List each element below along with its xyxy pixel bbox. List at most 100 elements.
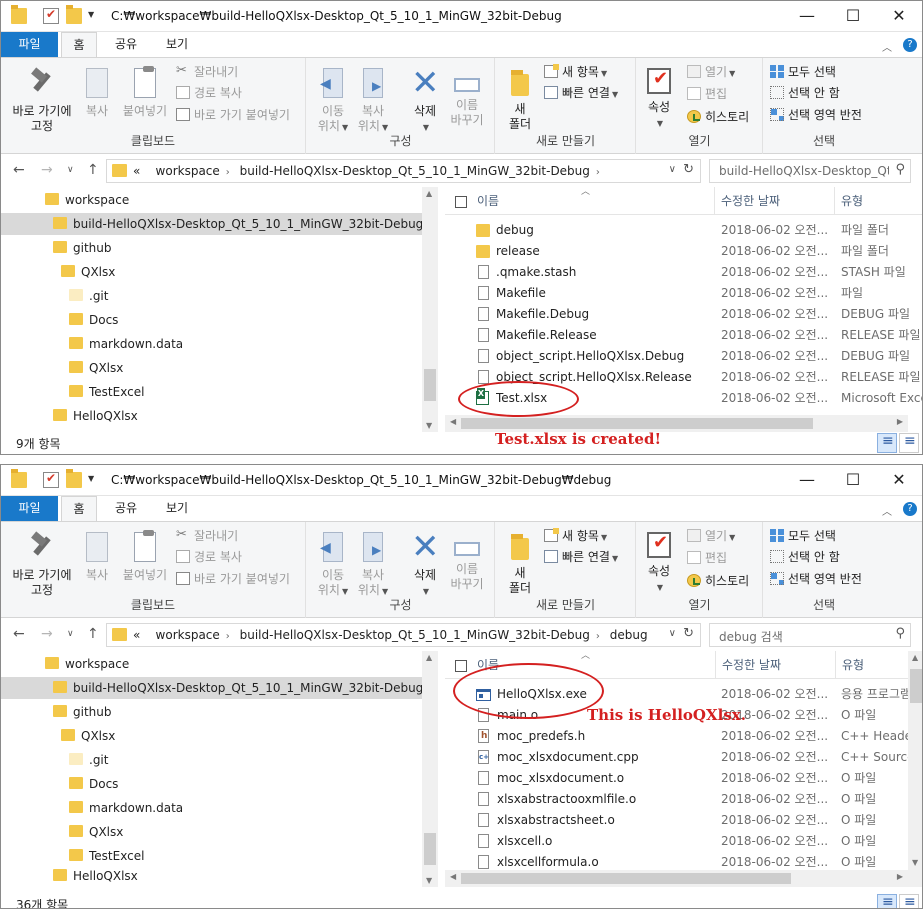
recent-chevron-icon[interactable]: ∨ — [67, 629, 74, 639]
scroll-down-icon[interactable]: ▼ — [912, 858, 918, 867]
chevron-down-icon[interactable]: ∨ — [669, 164, 676, 175]
edit-button[interactable]: 편집 — [687, 85, 727, 103]
select-all-button[interactable]: 모두 선택 — [770, 63, 836, 81]
tree-item[interactable]: QXlsx — [1, 261, 422, 283]
forward-arrow-icon[interactable]: → — [41, 162, 53, 178]
properties-button[interactable]: 속성▼ — [641, 532, 677, 595]
new-folder-quick-icon[interactable] — [66, 5, 82, 24]
scrollbar-thumb[interactable] — [461, 418, 813, 429]
file-row[interactable]: object_script.HelloQXlsx.Debug 2018-06-02… — [445, 346, 922, 367]
recent-chevron-icon[interactable]: ∨ — [67, 165, 74, 175]
properties-button[interactable]: 속성▼ — [641, 68, 677, 131]
maximize-button[interactable]: ☐ — [835, 5, 871, 27]
tree-scrollbar[interactable]: ▲ ▼ — [422, 187, 438, 432]
tree-item[interactable]: TestExcel — [1, 845, 422, 867]
search-icon[interactable]: ⚲ — [895, 162, 905, 177]
properties-quick-icon[interactable] — [43, 471, 59, 488]
tab-share[interactable]: 공유 — [106, 496, 146, 521]
tab-file[interactable]: 파일 — [1, 496, 58, 521]
tree-item[interactable]: build-HelloQXlsx-Desktop_Qt_5_10_1_MinGW… — [1, 213, 423, 235]
file-row[interactable]: xlsxabstractsheet.o 2018-06-02 오전... O 파일 — [445, 810, 908, 831]
cut-button[interactable]: 잘라내기 — [176, 526, 238, 545]
scroll-down-icon[interactable]: ▼ — [426, 421, 432, 430]
minimize-button[interactable]: — — [789, 5, 825, 27]
tree-item[interactable]: workspace — [1, 653, 422, 675]
tree-item[interactable]: .git — [1, 749, 422, 771]
file-row[interactable]: Makefile.Release 2018-06-02 오전... RELEASE … — [445, 325, 922, 346]
details-view-icon[interactable] — [877, 894, 897, 908]
chevron-down-icon[interactable]: ▼ — [88, 10, 98, 22]
column-name[interactable]: 이름 — [471, 187, 714, 215]
details-view-icon[interactable] — [877, 433, 897, 453]
invert-selection-button[interactable]: 선택 영역 반전 — [770, 570, 862, 588]
copy-button[interactable]: 복사 — [79, 532, 115, 583]
scrollbar-thumb[interactable] — [424, 369, 436, 401]
breadcrumb-overflow[interactable]: « — [133, 164, 140, 178]
breadcrumb-item[interactable]: workspace — [156, 164, 220, 178]
scroll-right-icon[interactable]: ▶ — [897, 417, 903, 426]
search-icon[interactable]: ⚲ — [895, 626, 905, 641]
breadcrumb-item[interactable]: build-HelloQXlsx-Desktop_Qt_5_10_1_MinGW… — [240, 628, 590, 642]
history-button[interactable]: 히스토리 — [687, 572, 749, 590]
copy-path-button[interactable]: 경로 복사 — [176, 548, 242, 566]
scrollbar-thumb[interactable] — [424, 833, 436, 865]
collapse-ribbon-icon[interactable]: ︿ — [882, 39, 892, 54]
refresh-icon[interactable]: ↻ — [683, 626, 694, 641]
tab-file[interactable]: 파일 — [1, 32, 58, 57]
rename-button[interactable]: 이름 바꾸기 — [447, 68, 487, 128]
select-none-button[interactable]: 선택 안 함 — [770, 548, 840, 566]
copy-button[interactable]: 복사 — [79, 68, 115, 119]
file-row[interactable]: .qmake.stash 2018-06-02 오전... STASH 파일 — [445, 262, 922, 283]
column-type[interactable]: 유형 — [835, 651, 908, 679]
help-icon[interactable]: ? — [903, 38, 917, 52]
collapse-ribbon-icon[interactable]: ︿ — [882, 503, 892, 518]
easy-access-button[interactable]: 빠른 연결 ▼ — [544, 84, 618, 102]
close-button[interactable]: ✕ — [881, 469, 917, 491]
tree-item[interactable]: markdown.data — [1, 797, 422, 819]
paste-button[interactable]: 붙여넣기 — [119, 66, 171, 119]
tab-home[interactable]: 홈 — [61, 496, 97, 522]
breadcrumb-item[interactable]: debug — [610, 628, 648, 642]
chevron-down-icon[interactable]: ∨ — [669, 628, 676, 639]
large-icons-view-icon[interactable] — [899, 433, 919, 453]
paste-button[interactable]: 붙여넣기 — [119, 530, 171, 583]
column-type[interactable]: 유형 — [834, 187, 922, 215]
file-row[interactable]: moc_xlsxdocument.o 2018-06-02 오전... O 파일 — [445, 768, 908, 789]
tree-item[interactable]: HelloQXlsx — [1, 405, 422, 427]
tree-item[interactable]: QXlsx — [1, 357, 422, 379]
scroll-up-icon[interactable]: ▲ — [426, 189, 432, 198]
scroll-down-icon[interactable]: ▼ — [426, 876, 432, 885]
tree-item[interactable]: .git — [1, 285, 422, 307]
rename-button[interactable]: 이름 바꾸기 — [447, 532, 487, 592]
scrollbar-thumb[interactable] — [910, 669, 922, 703]
copy-to-button[interactable]: 복사 위치▼ — [355, 68, 391, 135]
up-arrow-icon[interactable]: ↑ — [87, 162, 99, 178]
select-all-checkbox[interactable] — [455, 196, 467, 208]
tab-view[interactable]: 보기 — [157, 496, 197, 521]
forward-arrow-icon[interactable]: → — [41, 626, 53, 642]
tab-view[interactable]: 보기 — [157, 32, 197, 57]
search-input[interactable]: build-HelloQXlsx-Desktop_Qt... ⚲ — [709, 159, 911, 183]
open-button[interactable]: 열기 ▼ — [687, 63, 735, 81]
tree-item[interactable]: build-HelloQXlsx-Desktop_Qt_5_10_1_MinGW… — [1, 677, 423, 699]
scroll-right-icon[interactable]: ▶ — [897, 872, 903, 881]
back-arrow-icon[interactable]: ← — [13, 626, 25, 642]
new-item-button[interactable]: 새 항목 ▼ — [544, 63, 607, 81]
file-row[interactable]: moc_predefs.h 2018-06-02 오전... C++ Header — [445, 726, 908, 747]
paste-shortcut-button[interactable]: 바로 가기 붙여넣기 — [176, 106, 290, 124]
new-folder-quick-icon[interactable] — [66, 469, 82, 488]
open-button[interactable]: 열기 ▼ — [687, 527, 735, 545]
refresh-icon[interactable]: ↻ — [683, 162, 694, 177]
cut-button[interactable]: 잘라내기 — [176, 62, 238, 81]
select-all-button[interactable]: 모두 선택 — [770, 527, 836, 545]
address-input[interactable]: « workspace › build-HelloQXlsx-Desktop_Qt… — [106, 159, 701, 183]
tree-item[interactable]: Docs — [1, 309, 422, 331]
column-date[interactable]: 수정한 날짜 — [715, 651, 835, 679]
file-row[interactable]: Makefile 2018-06-02 오전... 파일 — [445, 283, 922, 304]
horizontal-scrollbar[interactable]: ◀ ▶ — [445, 870, 908, 887]
tree-scrollbar[interactable]: ▲ ▼ — [422, 651, 438, 887]
move-to-button[interactable]: 이동 위치▼ — [315, 68, 351, 135]
copy-to-button[interactable]: 복사 위치▼ — [355, 532, 391, 599]
scroll-left-icon[interactable]: ◀ — [450, 872, 456, 881]
file-row[interactable]: release 2018-06-02 오전... 파일 폴더 — [445, 241, 922, 262]
